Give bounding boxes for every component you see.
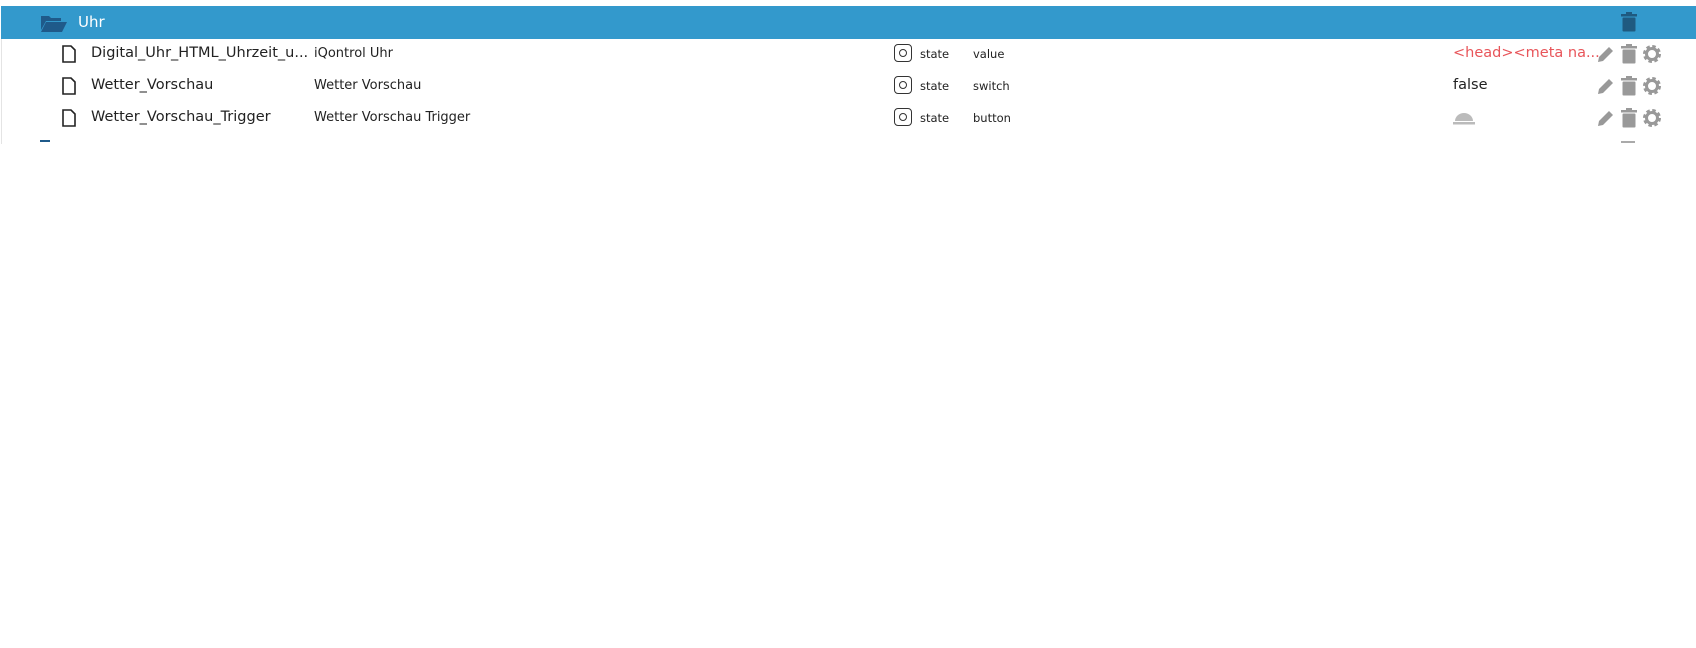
folder-label: Uhr — [78, 13, 105, 31]
table-row[interactable]: Digital_Uhr_HTML_Uhrzeit_u... iQontrol U… — [0, 38, 1696, 70]
trash-icon[interactable] — [1621, 44, 1637, 64]
object-role: value — [973, 47, 1005, 61]
state-icon — [894, 76, 912, 94]
object-type: state — [920, 47, 950, 61]
object-value[interactable]: false — [1453, 77, 1488, 93]
trash-icon[interactable] — [1621, 12, 1637, 32]
object-id: Digital_Uhr_HTML_Uhrzeit_u... — [91, 45, 309, 61]
gear-icon[interactable] — [1642, 108, 1662, 128]
object-role: button — [973, 111, 1011, 125]
pencil-icon[interactable] — [1596, 108, 1616, 128]
file-icon — [62, 109, 76, 127]
folder-open-icon — [41, 16, 67, 32]
gear-icon[interactable] — [1642, 44, 1662, 64]
file-icon — [62, 45, 76, 63]
object-id: Wetter_Vorschau_Trigger — [91, 109, 271, 125]
next-trash-icon-partial — [1621, 141, 1635, 143]
state-icon — [894, 44, 912, 62]
trash-icon[interactable] — [1621, 76, 1637, 96]
next-folder-icon-partial — [40, 140, 50, 144]
object-type: state — [920, 79, 950, 93]
pencil-icon[interactable] — [1596, 76, 1616, 96]
object-role: switch — [973, 79, 1010, 93]
gear-icon[interactable] — [1642, 76, 1662, 96]
object-value[interactable]: <head><meta na... — [1453, 45, 1600, 61]
pencil-icon[interactable] — [1596, 44, 1616, 64]
object-id: Wetter_Vorschau — [91, 77, 214, 93]
file-icon — [62, 77, 76, 95]
object-name: Wetter Vorschau — [314, 78, 422, 93]
object-name: Wetter Vorschau Trigger — [314, 110, 471, 125]
object-type: state — [920, 111, 950, 125]
trash-icon[interactable] — [1621, 108, 1637, 128]
bell-icon[interactable] — [1453, 111, 1475, 125]
object-name: iQontrol Uhr — [314, 46, 393, 61]
folder-row-uhr[interactable]: Uhr — [1, 6, 1696, 39]
table-row[interactable]: Wetter_Vorschau_Trigger Wetter Vorschau … — [0, 102, 1696, 134]
table-row[interactable]: Wetter_Vorschau Wetter Vorschau state sw… — [0, 70, 1696, 102]
object-tree: Uhr Digital_Uhr_HTML_Uhrzeit_u... iQontr… — [0, 0, 1696, 144]
state-icon — [894, 108, 912, 126]
